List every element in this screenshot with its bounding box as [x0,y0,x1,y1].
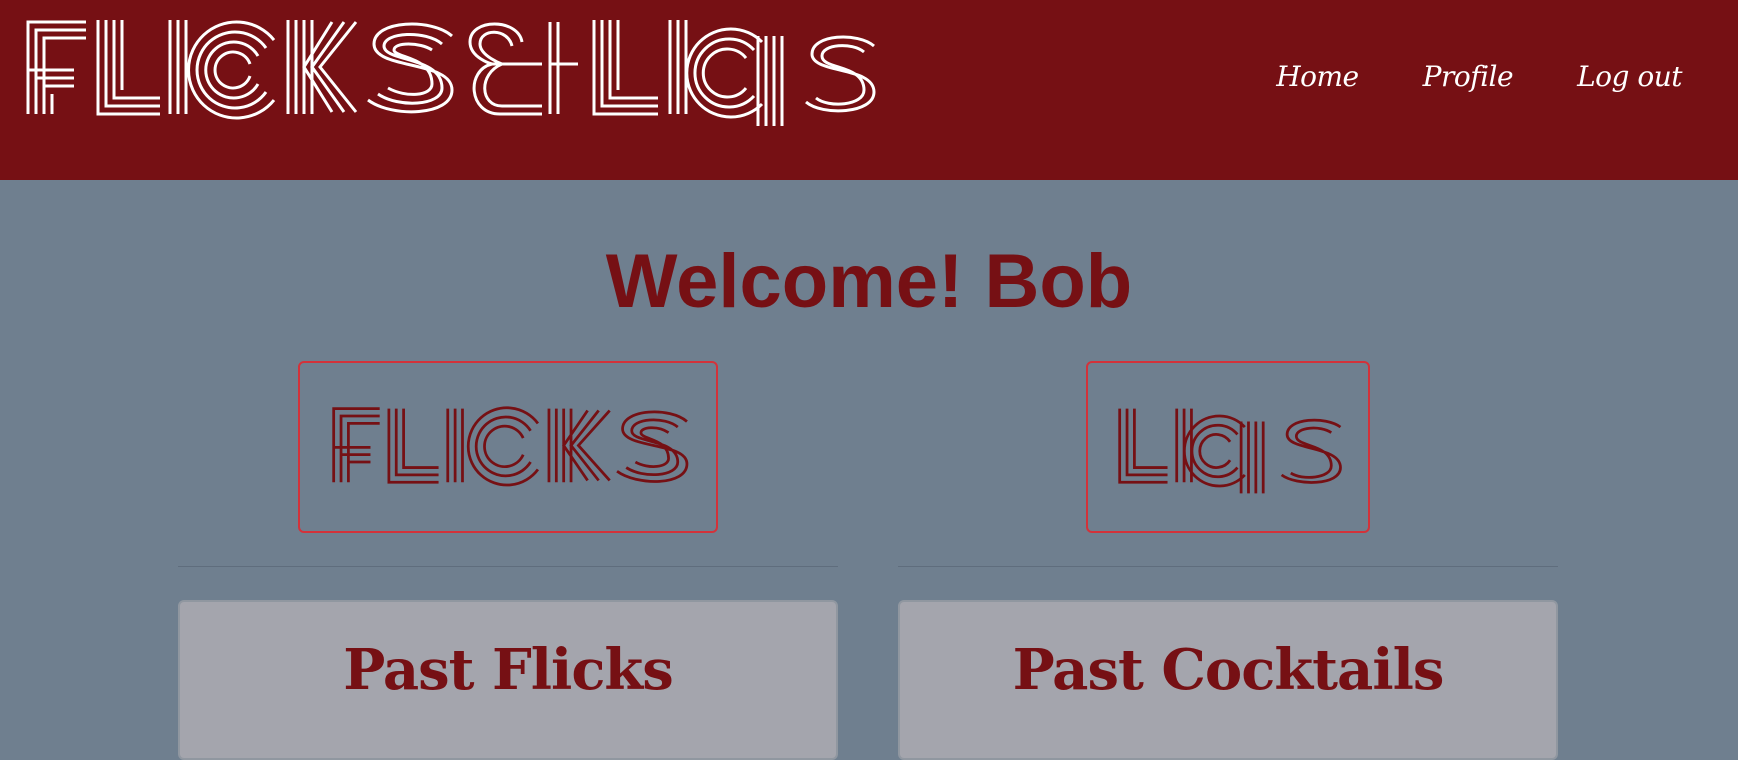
flicks-logo-button[interactable] [298,361,718,533]
flicks-logo-image [332,406,689,487]
nav-logout-link[interactable]: Log out [1577,60,1682,93]
liqs-logo-image [1118,408,1342,494]
left-divider [178,566,838,567]
past-flicks-title: Past Flicks [343,637,674,703]
flicks-and-liqs-logo [26,20,876,126]
past-cocktails-title: Past Cocktails [1012,637,1445,703]
liqs-logo-button[interactable] [1086,361,1370,533]
nav-profile-link[interactable]: Profile [1423,60,1514,93]
welcome-heading: Welcome! Bob [605,239,1133,324]
past-cocktails-card: Past Cocktails [898,600,1558,760]
nav-links: Home Profile Log out [1276,60,1682,93]
past-flicks-card: Past Flicks [178,600,838,760]
nav-home-link[interactable]: Home [1276,60,1359,93]
navbar: Home Profile Log out [0,0,1738,180]
right-divider [898,566,1558,567]
brand-logo[interactable] [22,14,882,129]
